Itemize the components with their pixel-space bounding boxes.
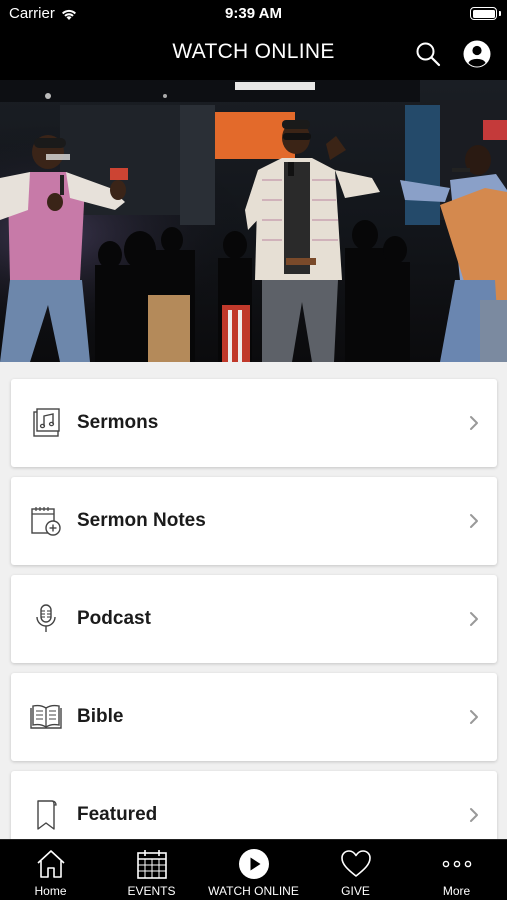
menu-item-podcast[interactable]: Podcast — [11, 575, 497, 663]
menu-item-sermons[interactable]: Sermons — [11, 379, 497, 467]
menu-item-featured[interactable]: Featured — [11, 771, 497, 839]
tab-label: EVENTS — [127, 884, 176, 898]
menu-item-label: Sermons — [77, 412, 159, 433]
more-icon — [442, 860, 471, 868]
chevron-right-icon — [470, 808, 478, 822]
chevron-right-icon — [470, 612, 478, 626]
status-time: 9:39 AM — [225, 5, 282, 22]
profile-icon[interactable] — [463, 40, 491, 68]
chevron-right-icon — [470, 514, 478, 528]
home-icon — [36, 850, 65, 878]
menu-item-bible[interactable]: Bible — [11, 673, 497, 761]
menu-list: Sermons Sermon Notes Podcast Bible Featu… — [0, 362, 507, 839]
chevron-right-icon — [470, 416, 478, 430]
bookmark-icon — [37, 800, 57, 830]
tab-more[interactable]: More — [406, 840, 507, 900]
heart-icon — [340, 850, 371, 877]
menu-item-label: Bible — [77, 706, 124, 727]
worship-photo — [0, 80, 507, 362]
menu-item-sermon-notes[interactable]: Sermon Notes — [11, 477, 497, 565]
notes-add-icon — [31, 507, 61, 536]
tab-label: Home — [34, 884, 67, 898]
tab-label: GIVE — [341, 884, 370, 898]
menu-item-label: Podcast — [77, 608, 151, 629]
hero-image — [0, 80, 507, 362]
menu-item-label: Sermon Notes — [77, 510, 206, 531]
tab-bar: Home EVENTS WATCH ONLINE GIVE More — [0, 839, 507, 900]
calendar-icon — [136, 850, 167, 879]
chevron-right-icon — [470, 710, 478, 724]
music-album-icon — [33, 408, 60, 437]
tab-events[interactable]: EVENTS — [101, 840, 202, 900]
nav-bar: WATCH ONLINE — [0, 28, 507, 80]
battery-icon — [470, 7, 501, 20]
tab-give[interactable]: GIVE — [305, 840, 406, 900]
search-icon[interactable] — [415, 41, 441, 67]
tab-watch-online[interactable]: WATCH ONLINE — [202, 840, 305, 900]
microphone-icon — [36, 604, 56, 632]
tab-label: More — [442, 884, 471, 898]
book-icon — [30, 704, 62, 729]
menu-item-label: Featured — [77, 804, 158, 825]
status-bar: Carrier 9:39 AM — [0, 0, 507, 28]
play-icon — [238, 849, 269, 879]
tab-label: WATCH ONLINE — [208, 884, 299, 898]
tab-home[interactable]: Home — [0, 840, 101, 900]
